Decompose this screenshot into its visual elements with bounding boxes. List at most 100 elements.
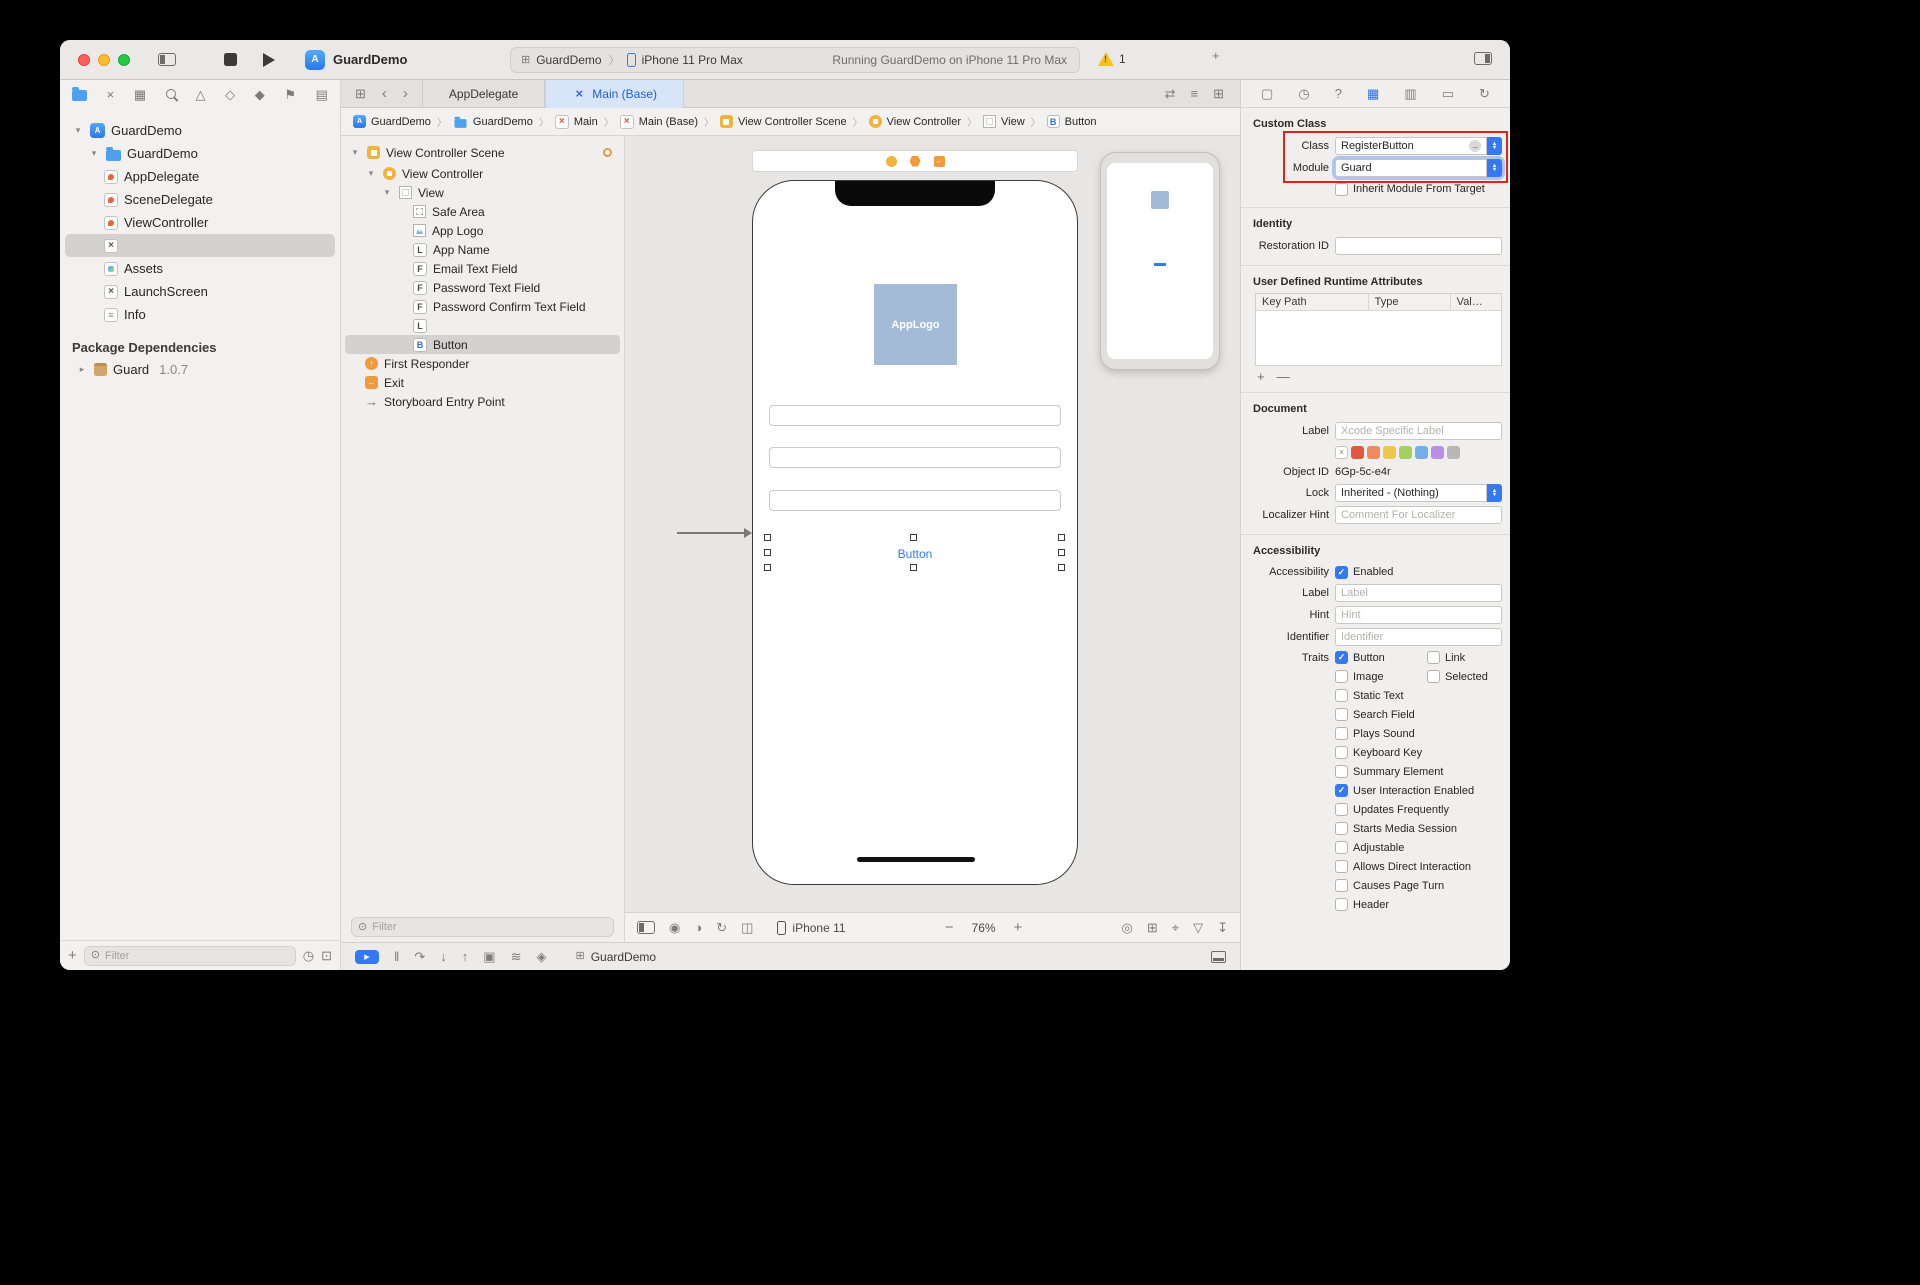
password-text-field[interactable] (769, 447, 1061, 468)
outline-filter[interactable] (351, 917, 614, 937)
outline-password-field[interactable]: Password Text Field (345, 278, 620, 297)
color-swatch-green[interactable] (1399, 446, 1412, 459)
first-responder-dock-icon[interactable] (910, 156, 921, 167)
back-icon[interactable] (382, 86, 387, 101)
outline-button-selected[interactable]: Button (345, 335, 620, 354)
forward-icon[interactable] (403, 86, 408, 101)
report-navigator-icon[interactable] (316, 88, 328, 101)
color-swatch-blue[interactable] (1415, 446, 1428, 459)
outline-view[interactable]: ▾ View (345, 183, 620, 202)
checkbox[interactable] (1335, 860, 1348, 873)
outline-app-logo[interactable]: App Logo (345, 221, 620, 240)
minimize-button[interactable] (98, 54, 110, 66)
checkbox[interactable] (1335, 841, 1348, 854)
find-navigator-icon[interactable] (166, 89, 176, 99)
resolve-autolayout-icon[interactable] (1193, 921, 1203, 934)
runtime-attributes-table[interactable]: Key Path Type Val… (1255, 293, 1502, 366)
issue-navigator-icon[interactable] (195, 88, 205, 101)
exit-dock-icon[interactable] (934, 156, 945, 167)
add-attribute-button[interactable]: + (1257, 369, 1265, 384)
minimap-preview[interactable] (1100, 152, 1220, 370)
step-out-icon[interactable] (462, 950, 469, 963)
restoration-id-field[interactable] (1335, 237, 1502, 255)
breadcrumb[interactable]: GuardDemo (453, 115, 533, 129)
tab-appdelegate[interactable]: AppDelegate (422, 80, 545, 108)
add-file-button[interactable]: + (68, 948, 77, 963)
trait-image[interactable]: Image (1335, 670, 1427, 683)
embed-icon[interactable] (1147, 921, 1158, 934)
pause-icon[interactable] (394, 950, 399, 963)
outline-safe-area[interactable]: Safe Area (345, 202, 620, 221)
code-review-icon[interactable] (1165, 87, 1176, 100)
breadcrumb[interactable]: A GuardDemo (353, 115, 431, 128)
checkbox[interactable] (1335, 898, 1348, 911)
breadcrumb[interactable]: View Controller Scene (720, 115, 847, 128)
debug-navigator-icon[interactable] (255, 88, 265, 101)
toggle-inspector-icon[interactable] (1474, 52, 1492, 65)
selection-handle[interactable] (1058, 549, 1065, 556)
tree-item-file[interactable]: Info (65, 303, 335, 326)
zoom-in-button[interactable] (1014, 920, 1023, 935)
class-dropdown-icon[interactable]: ▲▼ (1487, 137, 1502, 155)
checkbox[interactable] (1335, 784, 1348, 797)
no-color-swatch[interactable] (1335, 446, 1348, 459)
register-button[interactable]: Button (753, 547, 1077, 561)
color-swatch-yellow[interactable] (1383, 446, 1396, 459)
adaptation-icon[interactable] (741, 921, 753, 934)
checkbox[interactable] (1335, 746, 1348, 759)
appearance-icon[interactable] (694, 921, 702, 934)
document-label-field[interactable] (1335, 422, 1502, 440)
toggle-navigator-icon[interactable] (158, 53, 176, 66)
lock-dropdown-icon[interactable]: ▲▼ (1487, 484, 1502, 502)
enabled-checkbox[interactable] (1335, 566, 1348, 579)
outline-empty-label[interactable] (345, 316, 620, 335)
storyboard-canvas[interactable]: AppLogo Button (625, 136, 1240, 912)
tree-item-file[interactable]: ViewController (65, 211, 335, 234)
inherit-module-checkbox[interactable] (1335, 183, 1348, 196)
disclosure-icon[interactable]: ▾ (88, 148, 100, 159)
activity-view[interactable]: GuardDemo 〉 iPhone 11 Pro Max Running Gu… (510, 47, 1080, 73)
email-text-field[interactable] (769, 405, 1061, 426)
breadcrumb[interactable]: Main (Base) (620, 115, 698, 129)
identity-inspector-icon[interactable] (1367, 87, 1379, 100)
trait-link[interactable]: Link (1427, 651, 1510, 664)
checkbox[interactable] (1427, 651, 1440, 664)
trait-keyboard-key[interactable]: Keyboard Key (1335, 746, 1422, 759)
disclosure-icon[interactable]: ▾ (365, 168, 377, 179)
stop-button[interactable] (224, 53, 237, 66)
outline-app-name[interactable]: App Name (345, 240, 620, 259)
navigator-filter[interactable] (84, 946, 296, 966)
localizer-hint-field[interactable] (1335, 506, 1502, 524)
breakpoints-toggle[interactable] (355, 950, 379, 964)
trait-causes-page-turn[interactable]: Causes Page Turn (1335, 879, 1444, 892)
tree-item-project[interactable]: ▾ A GuardDemo (65, 119, 335, 142)
app-logo-image[interactable]: AppLogo (874, 284, 957, 365)
color-swatch-purple[interactable] (1431, 446, 1444, 459)
outline-entry-point[interactable]: Storyboard Entry Point (345, 392, 620, 411)
outline-email-field[interactable]: Email Text Field (345, 259, 620, 278)
step-into-icon[interactable] (440, 950, 447, 963)
breadcrumb[interactable]: View (983, 115, 1025, 128)
history-inspector-icon[interactable] (1298, 87, 1309, 100)
outline-exit[interactable]: Exit (345, 373, 620, 392)
selection-handle[interactable] (910, 534, 917, 541)
storyboard-entry-arrow[interactable] (677, 532, 745, 534)
color-swatch-orange[interactable] (1367, 446, 1380, 459)
selection-handle[interactable] (764, 549, 771, 556)
trait-allows-direct-interaction[interactable]: Allows Direct Interaction (1335, 860, 1471, 873)
add-tab-button[interactable]: + (1212, 49, 1220, 62)
module-dropdown-icon[interactable]: ▲▼ (1487, 159, 1502, 177)
module-combo[interactable]: Guard ▲▼ (1335, 159, 1502, 177)
toggle-console-icon[interactable] (1211, 951, 1226, 963)
update-frames-icon[interactable] (1217, 921, 1228, 934)
breadcrumb[interactable]: View Controller (869, 115, 961, 128)
class-combo[interactable]: RegisterButton → ▲▼ (1335, 137, 1502, 155)
zoom-to-selection-icon[interactable] (1122, 921, 1133, 934)
scheme-name[interactable]: GuardDemo (333, 52, 407, 67)
breakpoint-navigator-icon[interactable] (284, 88, 296, 101)
file-inspector-icon[interactable] (1261, 87, 1273, 100)
breadcrumb[interactable]: Button (1047, 115, 1097, 128)
step-over-icon[interactable] (414, 950, 425, 963)
a11y-identifier-field[interactable] (1335, 628, 1502, 646)
memory-graph-icon[interactable] (511, 950, 522, 963)
